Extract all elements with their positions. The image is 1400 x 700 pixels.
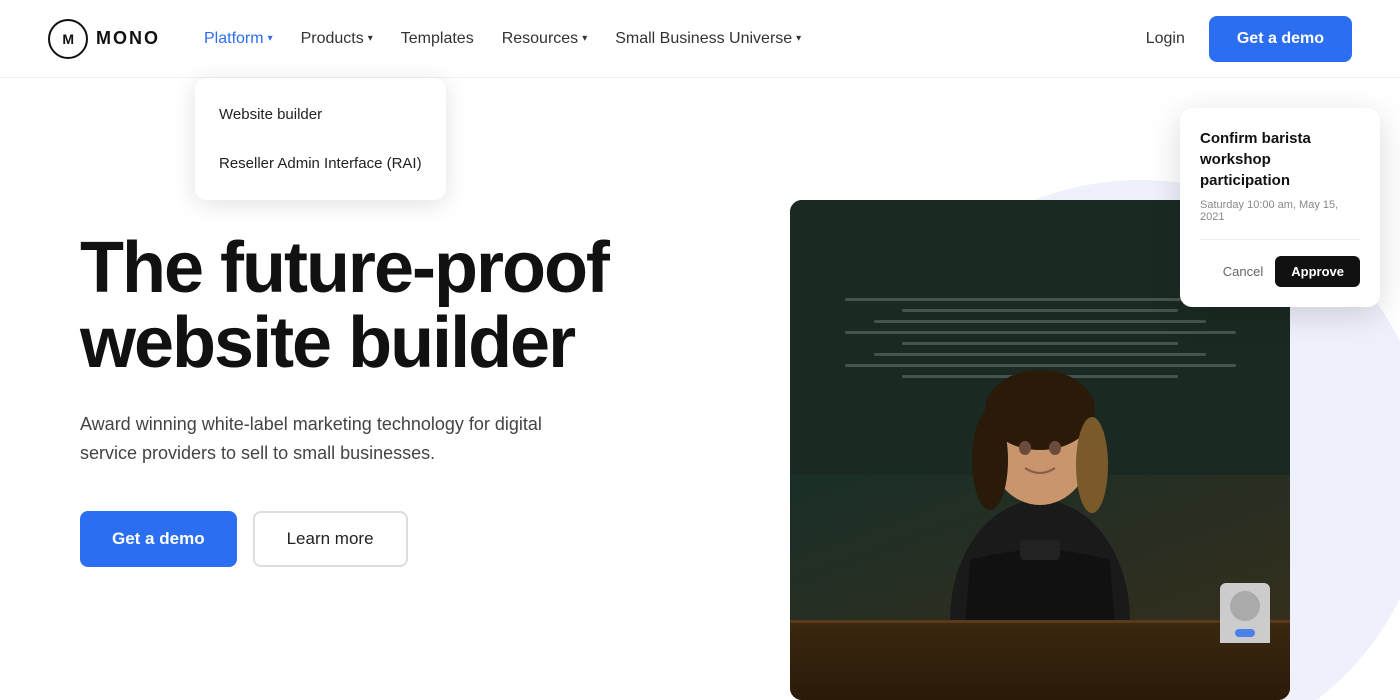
confirm-card-actions: Cancel Approve <box>1200 256 1360 287</box>
hero-right: Confirm barista workshop participation S… <box>680 78 1400 700</box>
sbu-chevron-icon: ▾ <box>796 33 801 44</box>
hero-buttons: Get a demo Learn more <box>80 511 632 567</box>
navbar: M MONO Platform ▾ Products ▾ Templates R… <box>0 0 1400 78</box>
confirm-cancel-button[interactable]: Cancel <box>1223 264 1263 279</box>
hero-title: The future-proof website builder <box>80 231 632 382</box>
products-chevron-icon: ▾ <box>368 33 373 44</box>
counter-area <box>790 620 1290 700</box>
logo[interactable]: M MONO <box>48 19 160 59</box>
dropdown-website-builder[interactable]: Website builder <box>195 90 446 139</box>
get-demo-button-hero[interactable]: Get a demo <box>80 511 237 567</box>
nav-templates[interactable]: Templates <box>389 22 486 56</box>
confirm-card-divider <box>1200 239 1360 240</box>
login-button[interactable]: Login <box>1146 30 1185 48</box>
nav-resources[interactable]: Resources ▾ <box>490 22 600 56</box>
nav-links: Platform ▾ Products ▾ Templates Resource… <box>192 22 1146 56</box>
confirm-approve-button[interactable]: Approve <box>1275 256 1360 287</box>
logo-wordmark: MONO <box>96 28 160 49</box>
coffee-machine <box>1220 583 1270 643</box>
nav-platform[interactable]: Platform ▾ <box>192 22 285 56</box>
nav-sbu[interactable]: Small Business Universe ▾ <box>603 22 813 56</box>
platform-chevron-icon: ▾ <box>268 33 273 44</box>
hero-subtitle: Award winning white-label marketing tech… <box>80 410 560 468</box>
resources-chevron-icon: ▾ <box>582 33 587 44</box>
confirm-card-title: Confirm barista workshop participation <box>1200 128 1360 191</box>
machine-dial <box>1230 591 1260 621</box>
platform-dropdown: Website builder Reseller Admin Interface… <box>195 78 446 200</box>
dropdown-rai[interactable]: Reseller Admin Interface (RAI) <box>195 139 446 188</box>
confirm-card: Confirm barista workshop participation S… <box>1180 108 1380 307</box>
logo-monogram: M <box>48 19 88 59</box>
nav-products[interactable]: Products ▾ <box>289 22 385 56</box>
nav-actions: Login Get a demo <box>1146 16 1352 62</box>
confirm-card-date: Saturday 10:00 am, May 15, 2021 <box>1200 199 1360 223</box>
get-demo-button-nav[interactable]: Get a demo <box>1209 16 1352 62</box>
learn-more-button[interactable]: Learn more <box>253 511 408 567</box>
machine-light <box>1235 629 1255 637</box>
